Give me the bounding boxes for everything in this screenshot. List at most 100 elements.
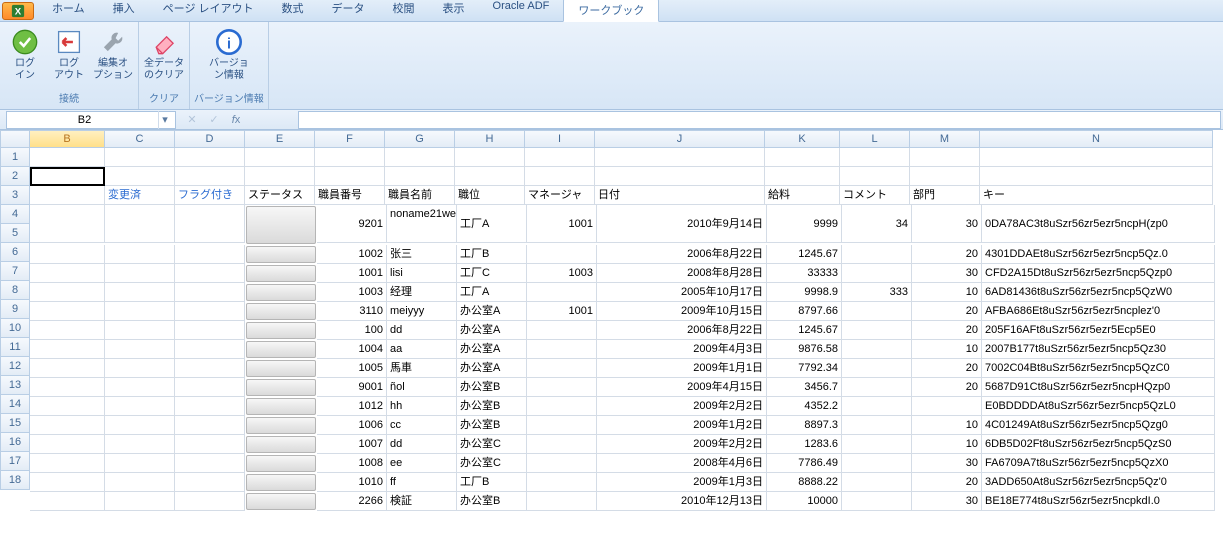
cell[interactable]: 30 — [912, 205, 982, 243]
cell[interactable] — [246, 493, 316, 510]
cell[interactable]: E0BDDDDAt8uSzr56zr5ezr5ncp5QzL0 — [982, 397, 1215, 416]
cell[interactable]: 工厂A — [457, 205, 527, 243]
cell[interactable]: meiyyy — [387, 302, 457, 321]
cell[interactable]: 2007B177t8uSzr56zr5ezr5ncp5Qz30 — [982, 340, 1215, 359]
cell[interactable] — [595, 148, 765, 167]
cell[interactable] — [175, 264, 245, 283]
cell[interactable] — [245, 148, 315, 167]
cell[interactable]: 工厂B — [457, 473, 527, 492]
cell[interactable]: 办公室B — [457, 492, 527, 511]
cell[interactable]: 3ADD650At8uSzr56zr5ezr5ncp5Qz'0 — [982, 473, 1215, 492]
fx-icon[interactable]: fx — [228, 112, 244, 128]
cell[interactable] — [105, 148, 175, 167]
cell[interactable]: 2009年2月2日 — [597, 435, 767, 454]
cell[interactable]: 20 — [912, 321, 982, 340]
cell[interactable] — [30, 148, 105, 167]
cell[interactable] — [30, 302, 105, 321]
cell[interactable] — [527, 492, 597, 511]
row-header[interactable]: 16 — [0, 433, 30, 452]
cell[interactable]: 30 — [912, 454, 982, 473]
cell[interactable] — [246, 379, 316, 396]
cell[interactable] — [246, 206, 316, 244]
col-header[interactable]: D — [175, 130, 245, 148]
col-header[interactable]: C — [105, 130, 175, 148]
cell[interactable]: 1008 — [317, 454, 387, 473]
cell[interactable] — [246, 455, 316, 472]
cell[interactable] — [175, 340, 245, 359]
cell[interactable] — [105, 340, 175, 359]
cell[interactable]: 7792.34 — [767, 359, 842, 378]
col-header[interactable]: H — [455, 130, 525, 148]
cell[interactable] — [105, 283, 175, 302]
cell[interactable] — [842, 492, 912, 511]
cell[interactable] — [246, 436, 316, 453]
cell[interactable] — [105, 435, 175, 454]
cell[interactable]: 0DA78AC3t8uSzr56zr5ezr5ncpH(zp0 — [982, 205, 1215, 243]
cell[interactable]: 2009年10月15日 — [597, 302, 767, 321]
cell[interactable]: 6AD81436t8uSzr56zr5ezr5ncp5QzW0 — [982, 283, 1215, 302]
cell[interactable] — [105, 302, 175, 321]
cell[interactable]: noname21werqqq — [387, 205, 457, 243]
cell[interactable]: 工厂A — [457, 283, 527, 302]
cell[interactable]: 8797.66 — [767, 302, 842, 321]
cell[interactable] — [980, 167, 1213, 186]
row-header[interactable]: 11 — [0, 338, 30, 357]
cell[interactable] — [105, 264, 175, 283]
cell[interactable]: 2009年4月15日 — [597, 378, 767, 397]
cell[interactable] — [175, 454, 245, 473]
cell[interactable]: 1012 — [317, 397, 387, 416]
cell[interactable] — [105, 359, 175, 378]
cell[interactable] — [842, 359, 912, 378]
cell[interactable]: 2005年10月17日 — [597, 283, 767, 302]
cell[interactable] — [30, 340, 105, 359]
cell[interactable] — [246, 360, 316, 377]
ribbon-tab-2[interactable]: ページ レイアウト — [149, 0, 268, 21]
cell[interactable]: 3456.7 — [767, 378, 842, 397]
cell[interactable] — [30, 321, 105, 340]
cell[interactable] — [246, 284, 316, 301]
ribbon-tab-7[interactable]: Oracle ADF — [479, 0, 564, 21]
cell[interactable] — [842, 378, 912, 397]
app-button[interactable]: X — [2, 2, 34, 20]
cell[interactable]: 33333 — [767, 264, 842, 283]
cell[interactable] — [910, 167, 980, 186]
cell[interactable] — [105, 167, 175, 186]
cell[interactable] — [105, 416, 175, 435]
cell[interactable] — [455, 148, 525, 167]
cell[interactable] — [842, 397, 912, 416]
cell[interactable]: 1245.67 — [767, 321, 842, 340]
ribbon-tab-8[interactable]: ワークブック — [563, 0, 659, 22]
cell[interactable]: 8897.3 — [767, 416, 842, 435]
cell[interactable]: 工厂C — [457, 264, 527, 283]
cell[interactable]: 34 — [842, 205, 912, 243]
row-header[interactable]: 9 — [0, 300, 30, 319]
cell[interactable]: 1002 — [317, 245, 387, 264]
cell[interactable]: 张三 — [387, 245, 457, 264]
col-header[interactable]: G — [385, 130, 455, 148]
cell[interactable]: 10 — [912, 416, 982, 435]
table-header-cell[interactable]: マネージャ — [525, 186, 595, 205]
ribbon-tab-6[interactable]: 表示 — [429, 0, 479, 21]
cell[interactable]: 办公室A — [457, 340, 527, 359]
cell[interactable]: 办公室A — [457, 359, 527, 378]
cancel-formula-icon[interactable]: ✕ — [184, 112, 200, 128]
cell[interactable] — [246, 417, 316, 434]
cell[interactable]: 10000 — [767, 492, 842, 511]
cell[interactable]: 馬車 — [387, 359, 457, 378]
cell[interactable] — [910, 148, 980, 167]
clear-all-button[interactable]: 全データのクリア — [143, 24, 185, 92]
cell[interactable]: 2009年1月1日 — [597, 359, 767, 378]
cell[interactable]: 4352.2 — [767, 397, 842, 416]
cell[interactable]: 工厂B — [457, 245, 527, 264]
cell[interactable] — [527, 378, 597, 397]
cell[interactable] — [175, 321, 245, 340]
cell[interactable] — [527, 283, 597, 302]
cell[interactable] — [842, 302, 912, 321]
cell[interactable] — [30, 473, 105, 492]
cell[interactable] — [30, 435, 105, 454]
cell[interactable]: 20 — [912, 473, 982, 492]
row-header[interactable]: 17 — [0, 452, 30, 471]
cell[interactable] — [105, 492, 175, 511]
cell[interactable]: lisi — [387, 264, 457, 283]
cell[interactable]: 9001 — [317, 378, 387, 397]
